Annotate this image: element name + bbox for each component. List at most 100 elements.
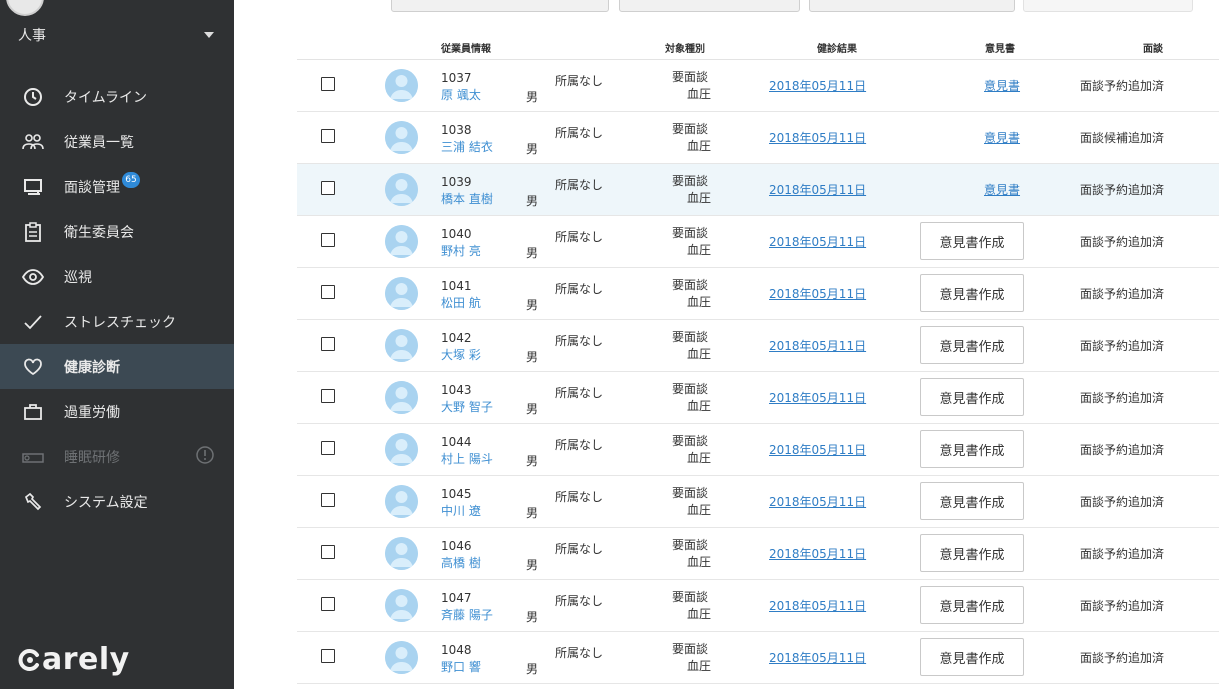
opinion-link[interactable]: 意見書 (984, 181, 1020, 198)
table-row[interactable]: 1044 村上 陽斗 男 所属なし 要面談 血圧 2018年05月11日 意見書作成 面談予約追… (297, 424, 1219, 476)
sidebar-item-1[interactable]: 従業員一覧 (0, 119, 234, 164)
checkup-result-link[interactable]: 2018年05月11日 (769, 389, 866, 406)
checkup-result-link[interactable]: 2018年05月11日 (769, 441, 866, 458)
employee-name-link[interactable]: 高橋 樹 (441, 554, 481, 571)
row-checkbox[interactable] (321, 649, 335, 663)
table-row[interactable]: 1048 野口 響 男 所属なし 要面談 血圧 2018年05月11日 意見書作成 面談予約追加… (297, 632, 1219, 684)
employee-id: 1043 (441, 383, 472, 397)
employee-name-link[interactable]: 中川 遼 (441, 502, 481, 519)
toolbar-button-2[interactable] (619, 0, 800, 12)
toolbar-button-1[interactable] (391, 0, 609, 12)
row-checkbox[interactable] (321, 129, 335, 143)
interview-status: 面談予約追加済 (1080, 79, 1165, 93)
employee-department: 所属なし (555, 282, 604, 296)
employee-name-link[interactable]: 大塚 彩 (441, 346, 481, 363)
target-type: 要面談 (672, 122, 709, 136)
table-row[interactable]: 1043 大野 智子 男 所属なし 要面談 血圧 2018年05月11日 意見書作成 面談予約追… (297, 372, 1219, 424)
employee-id: 1048 (441, 643, 472, 657)
employee-id: 1042 (441, 331, 472, 345)
employee-name-link[interactable]: 松田 航 (441, 294, 481, 311)
table-row[interactable]: 1037 原 颯太 男 所属なし 要面談 血圧 2018年05月11日 意見書 面談予約追加済 (297, 60, 1219, 112)
user-avatar[interactable] (6, 0, 44, 16)
table-row[interactable]: 1041 松田 航 男 所属なし 要面談 血圧 2018年05月11日 意見書作成 面談予約追加… (297, 268, 1219, 320)
row-checkbox[interactable] (321, 285, 335, 299)
sidebar-item-0[interactable]: タイムライン (0, 74, 234, 119)
employee-name-link[interactable]: 橋本 直樹 (441, 190, 493, 207)
sidebar-item-3[interactable]: 衛生委員会 (0, 209, 234, 254)
toolbar-button-4[interactable] (1023, 0, 1193, 12)
create-opinion-button[interactable]: 意見書作成 (920, 378, 1024, 416)
employee-sex: 男 (526, 194, 539, 208)
employee-avatar (385, 485, 418, 518)
sidebar-item-5[interactable]: ストレスチェック (0, 299, 234, 344)
row-checkbox[interactable] (321, 233, 335, 247)
checkup-result-link[interactable]: 2018年05月11日 (769, 181, 866, 198)
row-checkbox[interactable] (321, 337, 335, 351)
checkup-result-link[interactable]: 2018年05月11日 (769, 337, 866, 354)
create-opinion-button[interactable]: 意見書作成 (920, 638, 1024, 676)
create-opinion-button[interactable]: 意見書作成 (920, 430, 1024, 468)
table-row[interactable]: 1046 高橋 樹 男 所属なし 要面談 血圧 2018年05月11日 意見書作成 面談予約追加… (297, 528, 1219, 580)
employee-id: 1044 (441, 435, 472, 449)
table-row[interactable]: 1042 大塚 彩 男 所属なし 要面談 血圧 2018年05月11日 意見書作成 面談予約追加… (297, 320, 1219, 372)
sidebar-item-6[interactable]: 健康診断 (0, 344, 234, 389)
create-opinion-button[interactable]: 意見書作成 (920, 534, 1024, 572)
employee-department: 所属なし (555, 178, 604, 192)
create-opinion-button[interactable]: 意見書作成 (920, 326, 1024, 364)
org-selector[interactable]: 人事 (18, 24, 218, 46)
employee-sex: 男 (526, 454, 539, 468)
employee-sex: 男 (526, 662, 539, 676)
employee-sex: 男 (526, 558, 539, 572)
employee-sex: 男 (526, 90, 539, 104)
checkup-result-link[interactable]: 2018年05月11日 (769, 493, 866, 510)
employee-name-link[interactable]: 村上 陽斗 (441, 450, 493, 467)
table-row[interactable]: 1040 野村 亮 男 所属なし 要面談 血圧 2018年05月11日 意見書作成 面談予約追加… (297, 216, 1219, 268)
sidebar-item-label: タイムライン (64, 89, 148, 106)
toolbar-button-3[interactable] (809, 0, 1015, 12)
row-checkbox[interactable] (321, 77, 335, 91)
sidebar-item-2[interactable]: 面談管理 65 (0, 164, 234, 209)
table-row[interactable]: 1038 三浦 結衣 男 所属なし 要面談 血圧 2018年05月11日 意見書 面談候補追加済 (297, 112, 1219, 164)
employee-sex: 男 (526, 142, 539, 156)
target-category: 血圧 (687, 503, 712, 517)
employee-name-link[interactable]: 三浦 結衣 (441, 138, 493, 155)
row-checkbox[interactable] (321, 597, 335, 611)
checkup-result-link[interactable]: 2018年05月11日 (769, 129, 866, 146)
checkup-result-link[interactable]: 2018年05月11日 (769, 233, 866, 250)
sidebar-item-label: 面談管理 (64, 179, 120, 196)
carely-logo: arely (18, 642, 130, 677)
table-row[interactable]: 1045 中川 遼 男 所属なし 要面談 血圧 2018年05月11日 意見書作成 面談予約追加… (297, 476, 1219, 528)
sidebar-item-9[interactable]: システム設定 (0, 479, 234, 524)
target-type: 要面談 (672, 226, 709, 240)
row-checkbox[interactable] (321, 389, 335, 403)
create-opinion-button[interactable]: 意見書作成 (920, 274, 1024, 312)
employee-name-link[interactable]: 野口 響 (441, 658, 481, 675)
row-checkbox[interactable] (321, 441, 335, 455)
sidebar-item-7[interactable]: 過重労働 (0, 389, 234, 434)
target-category: 血圧 (687, 139, 712, 153)
checkup-result-link[interactable]: 2018年05月11日 (769, 597, 866, 614)
row-checkbox[interactable] (321, 493, 335, 507)
create-opinion-button[interactable]: 意見書作成 (920, 222, 1024, 260)
create-opinion-button[interactable]: 意見書作成 (920, 482, 1024, 520)
interview-status: 面談予約追加済 (1080, 443, 1165, 457)
employee-name-link[interactable]: 斉藤 陽子 (441, 606, 493, 623)
checkup-result-link[interactable]: 2018年05月11日 (769, 545, 866, 562)
employee-name-link[interactable]: 大野 智子 (441, 398, 493, 415)
opinion-link[interactable]: 意見書 (984, 77, 1020, 94)
employee-avatar (385, 537, 418, 570)
table-row[interactable]: 1039 橋本 直樹 男 所属なし 要面談 血圧 2018年05月11日 意見書 面談予約追加済 (297, 164, 1219, 216)
checkup-result-link[interactable]: 2018年05月11日 (769, 649, 866, 666)
checkup-result-link[interactable]: 2018年05月11日 (769, 77, 866, 94)
employee-name-link[interactable]: 原 颯太 (441, 86, 481, 103)
sidebar-item-label: システム設定 (64, 494, 148, 511)
row-checkbox[interactable] (321, 545, 335, 559)
create-opinion-button[interactable]: 意見書作成 (920, 586, 1024, 624)
employee-name-link[interactable]: 野村 亮 (441, 242, 481, 259)
sidebar-item-label: 従業員一覧 (64, 134, 134, 151)
row-checkbox[interactable] (321, 181, 335, 195)
opinion-link[interactable]: 意見書 (984, 129, 1020, 146)
table-row[interactable]: 1047 斉藤 陽子 男 所属なし 要面談 血圧 2018年05月11日 意見書作成 面談予約追… (297, 580, 1219, 632)
sidebar-item-4[interactable]: 巡視 (0, 254, 234, 299)
checkup-result-link[interactable]: 2018年05月11日 (769, 285, 866, 302)
